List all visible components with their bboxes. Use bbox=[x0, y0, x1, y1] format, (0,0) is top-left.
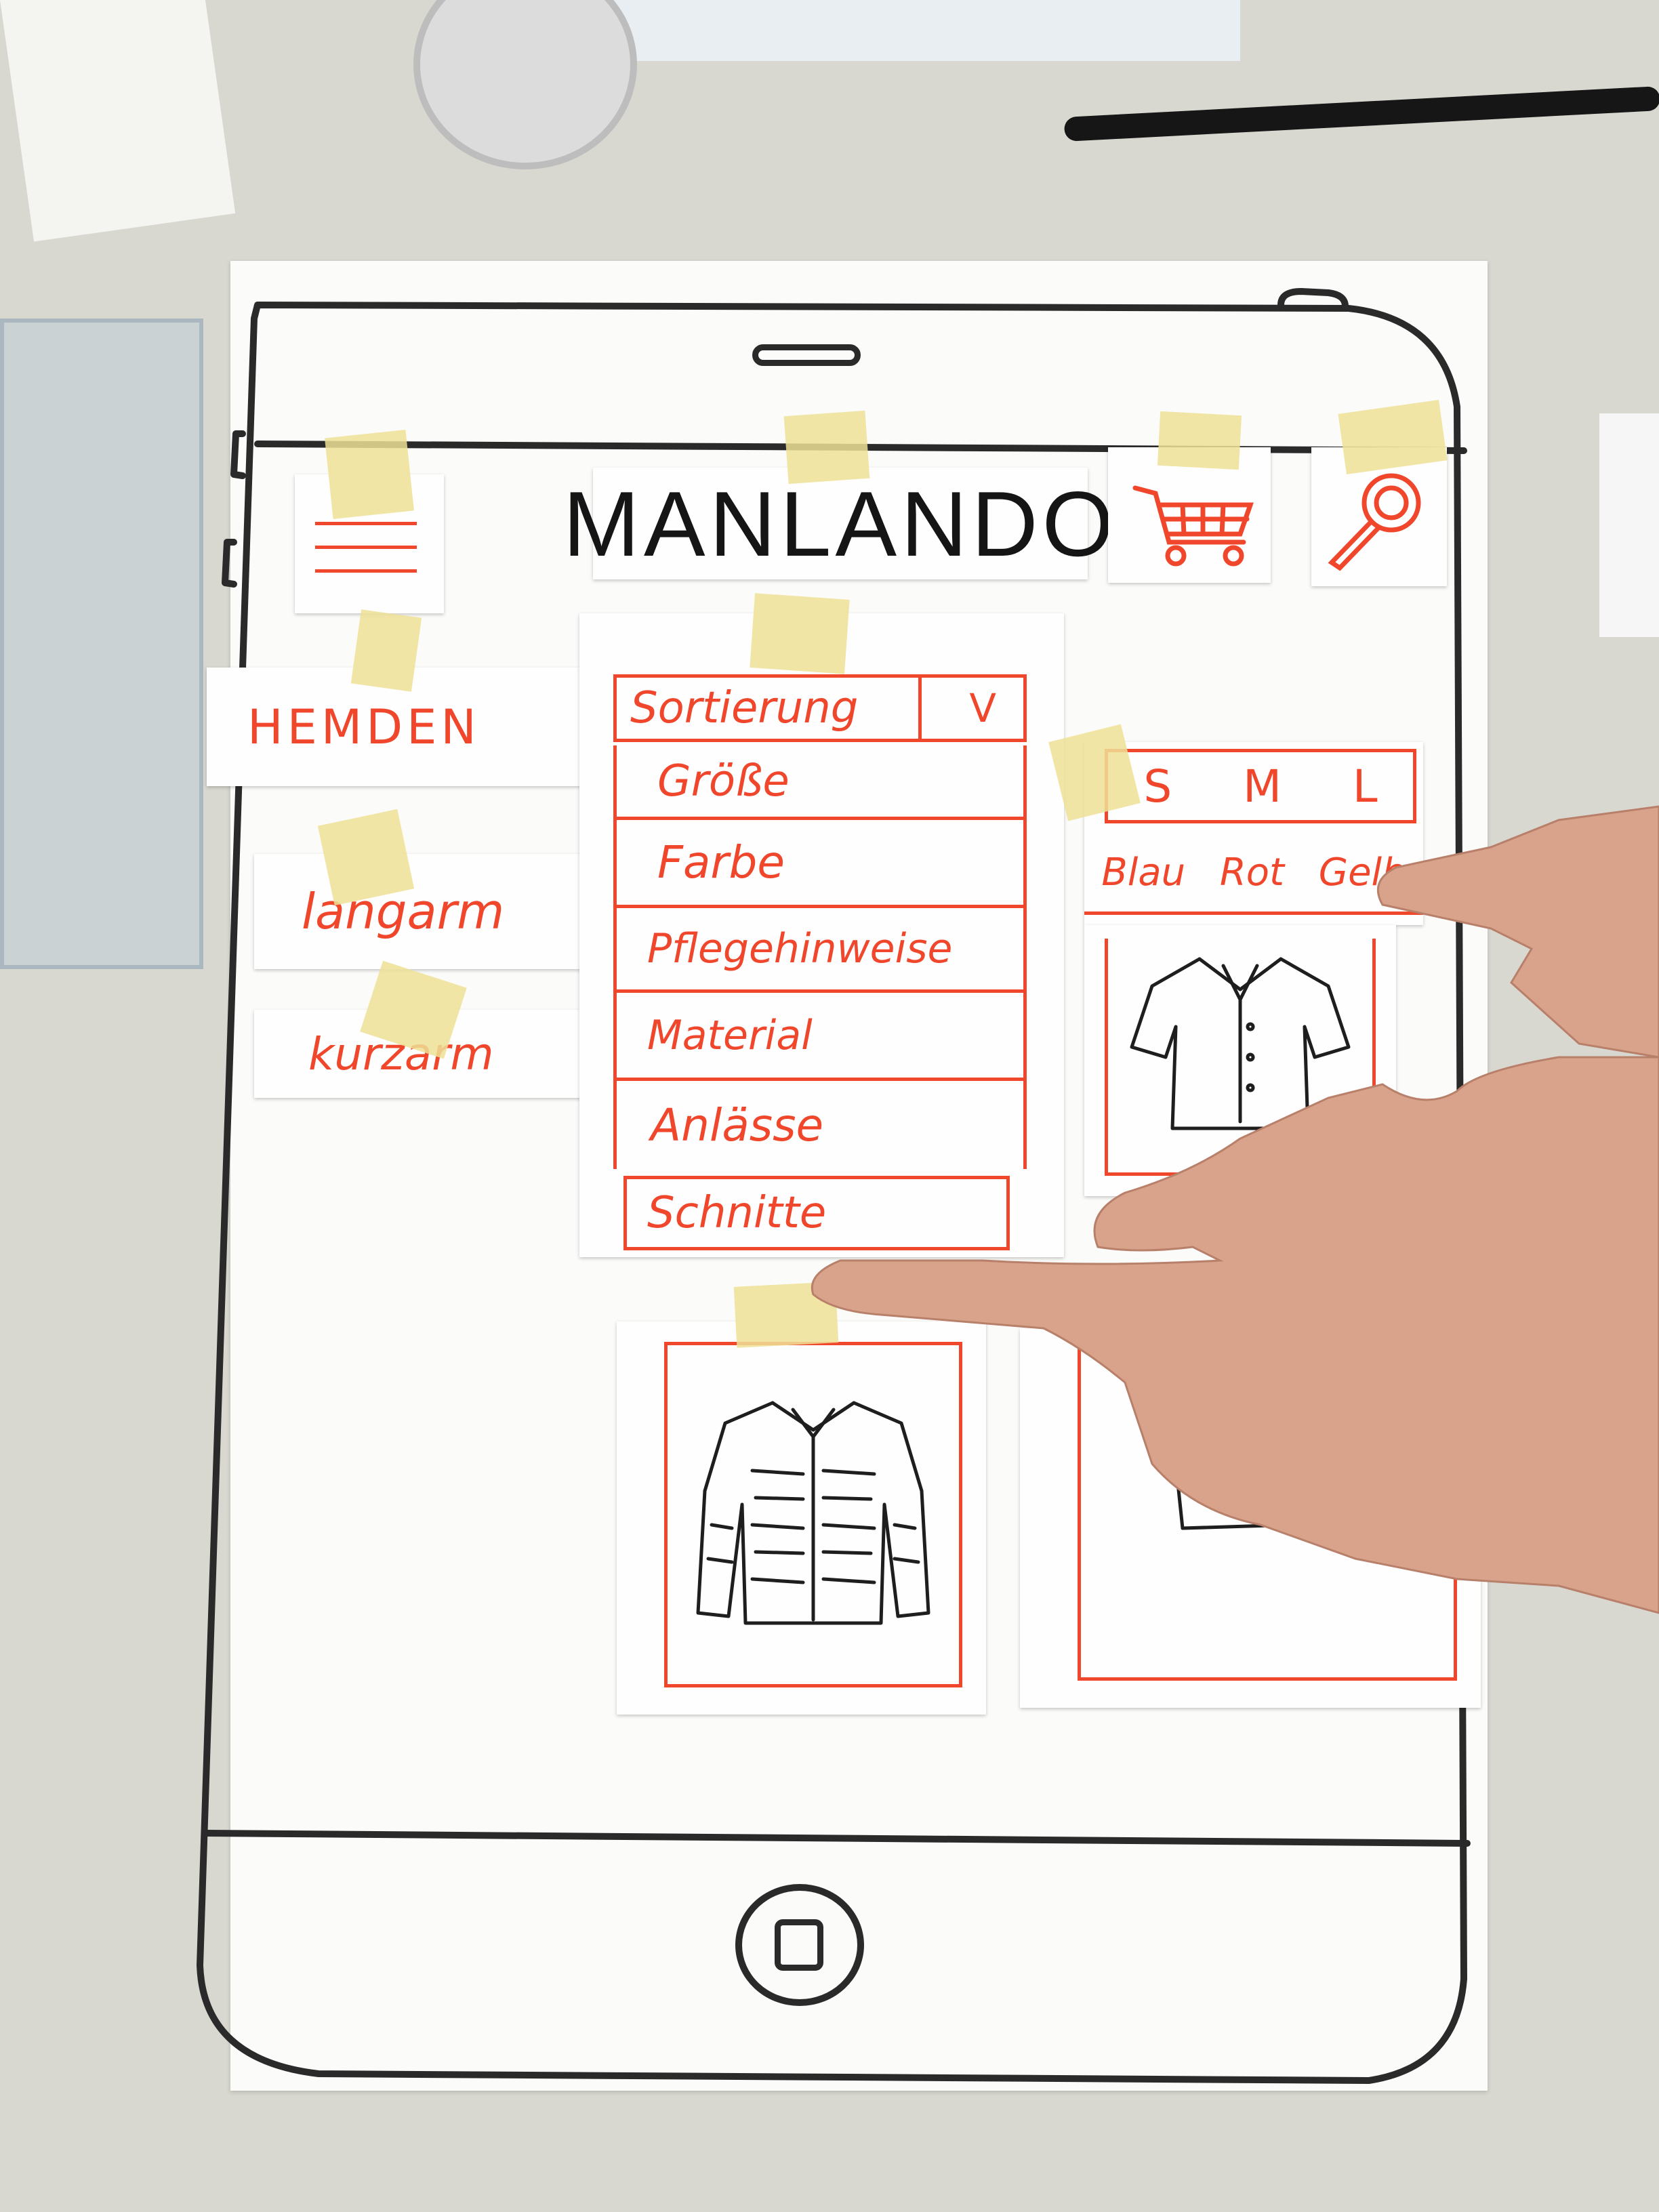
pointing-hands bbox=[811, 805, 1659, 1614]
